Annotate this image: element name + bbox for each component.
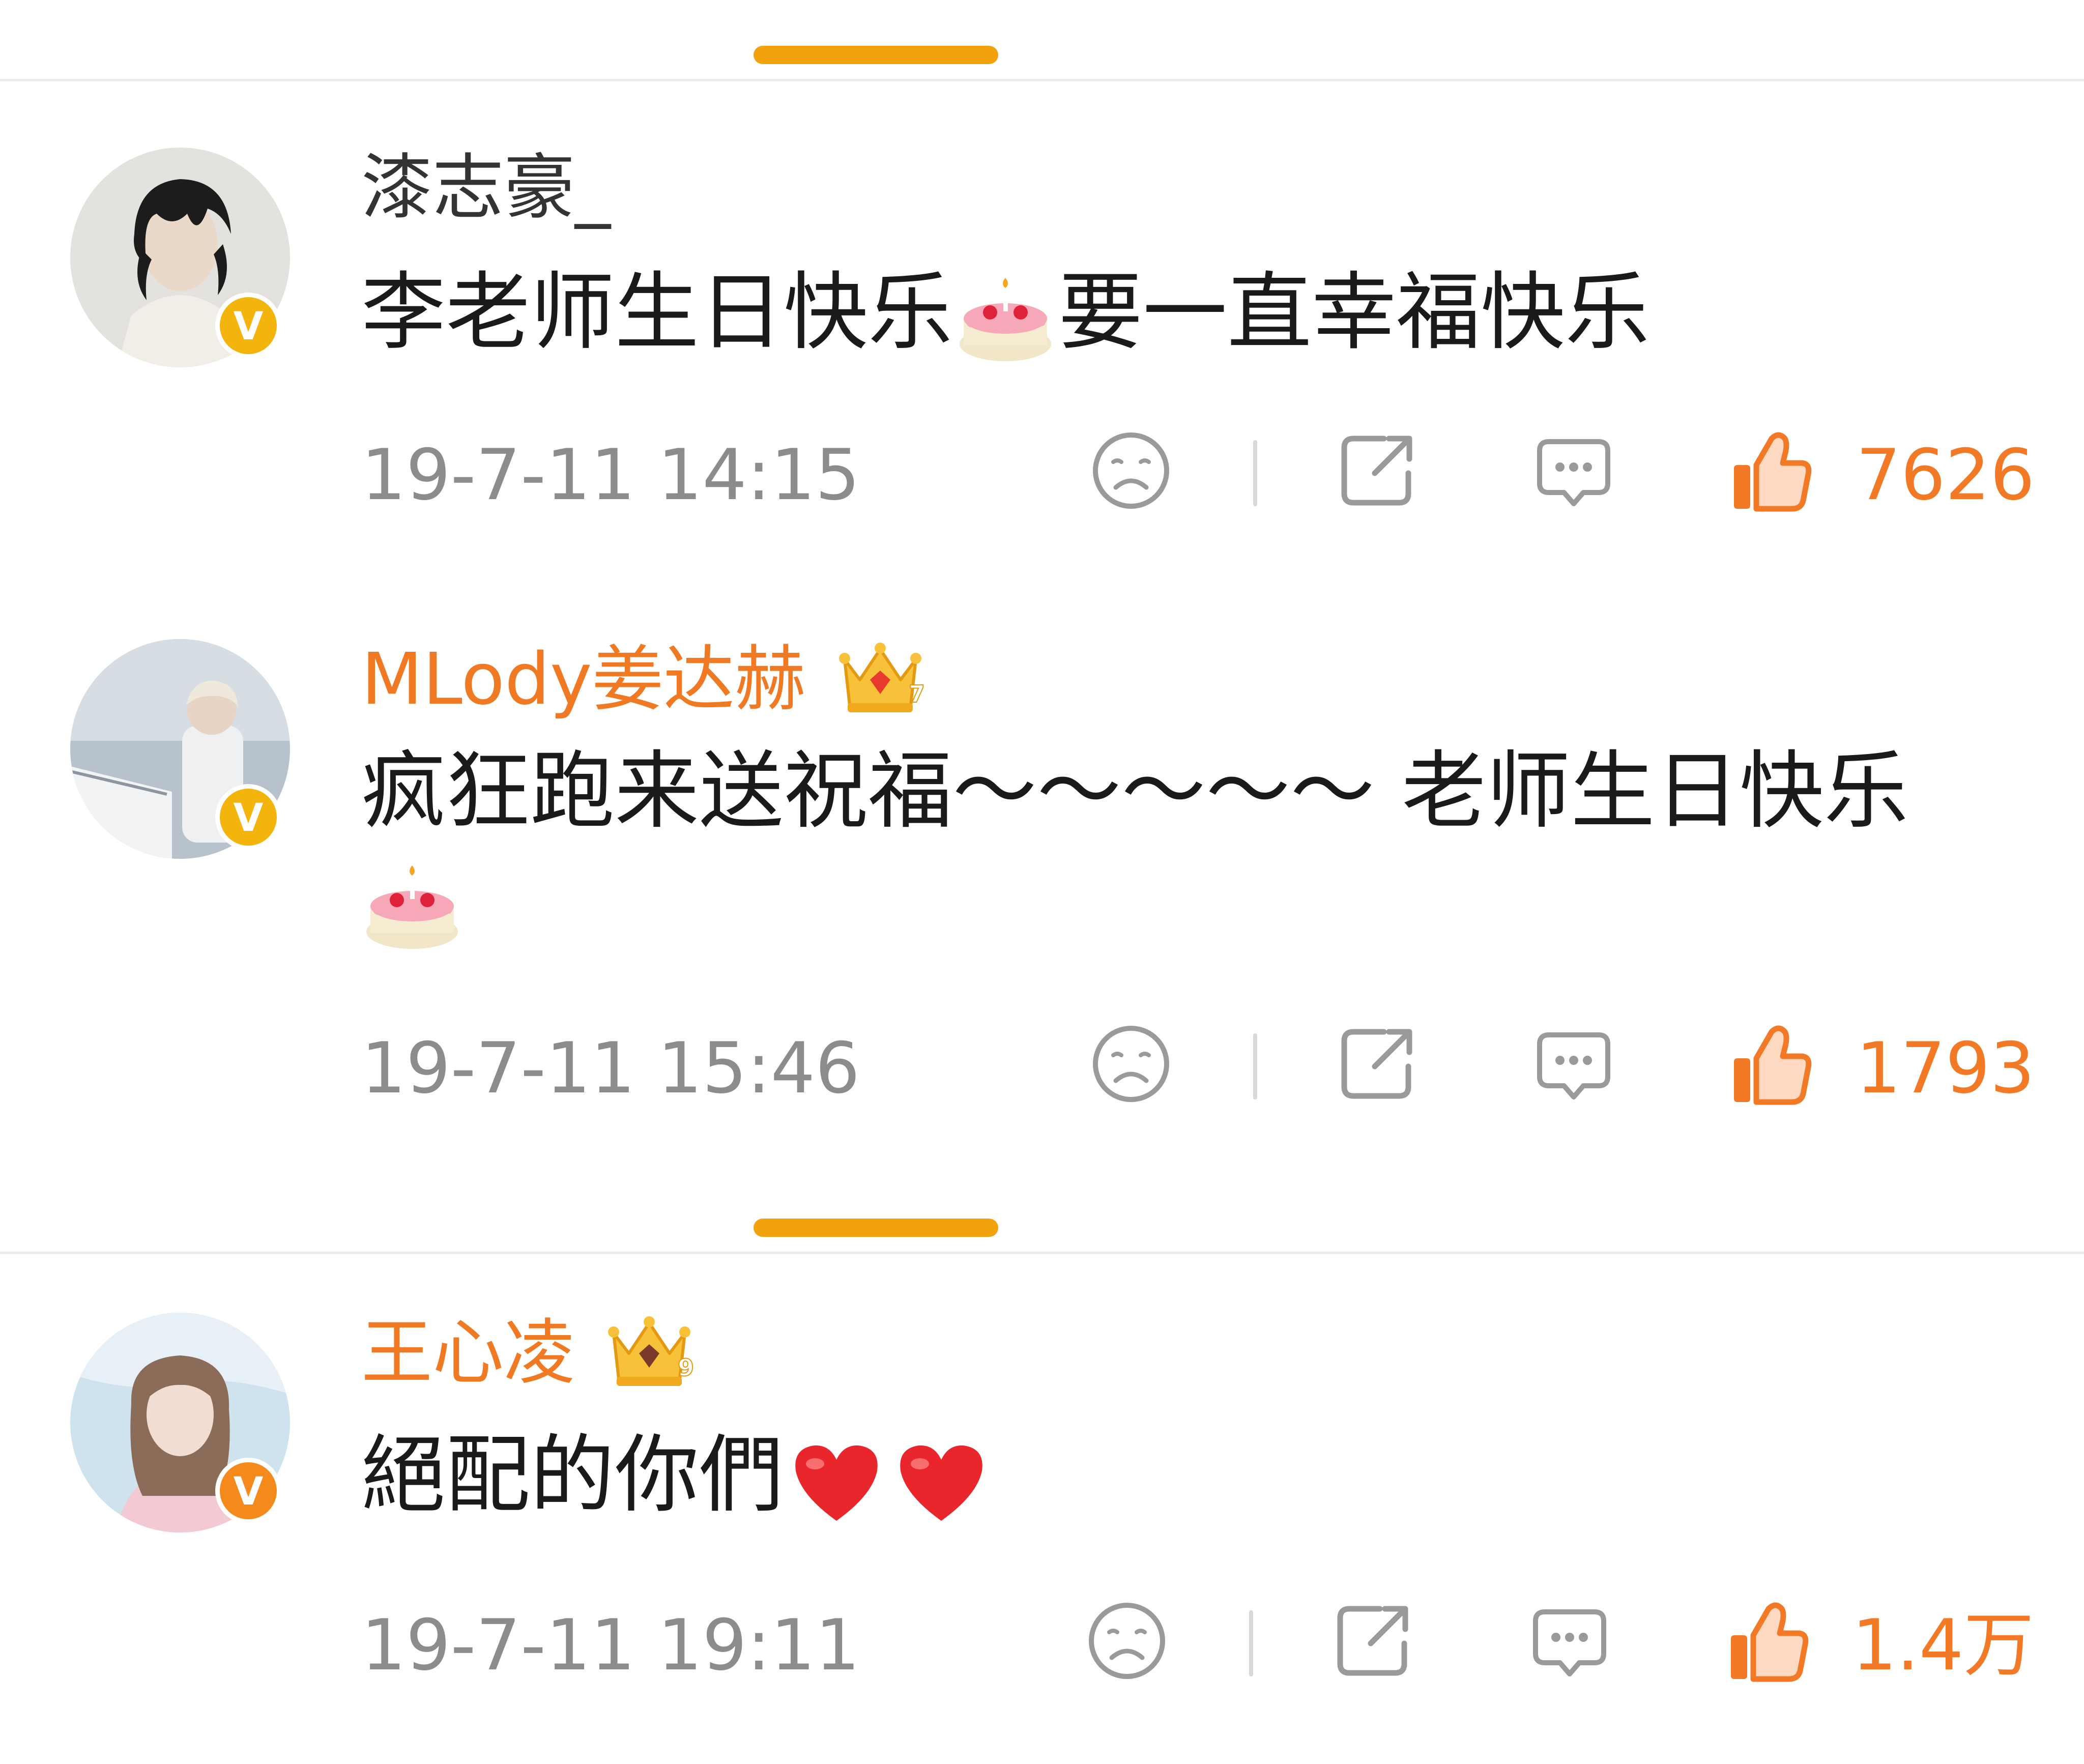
comment-text-line: 疯狂跑来送祝福～～～～～ 老师生日快乐 bbox=[361, 742, 1908, 841]
username-row: 王心凌 9 bbox=[361, 1313, 700, 1394]
tab-indicator bbox=[754, 46, 998, 64]
comment-bubble-icon[interactable] bbox=[1526, 1598, 1613, 1684]
timestamp: 19-7-11 14:15 bbox=[361, 434, 860, 516]
avatar[interactable]: V bbox=[70, 639, 290, 859]
comment-item: V 漆志豪_ 李老师生日快乐 要一直幸福快乐 19-7-11 14:15 762… bbox=[0, 148, 2084, 555]
username[interactable]: 王心凌 bbox=[361, 1318, 575, 1389]
comment-item: V MLody姜达赫 7 疯狂跑来送祝福～～～～～ 老师生日快乐 19-7-11… bbox=[0, 639, 2084, 1148]
action-separator bbox=[1249, 1610, 1253, 1676]
heart-emoji bbox=[786, 1430, 887, 1532]
cake-emoji bbox=[361, 855, 463, 959]
sad-face-icon[interactable] bbox=[1088, 427, 1174, 514]
like-count: 1.4万 bbox=[1852, 1604, 2034, 1686]
crown-level-7-icon: 7 bbox=[829, 639, 931, 720]
thumbs-up-icon[interactable] bbox=[1728, 1021, 1814, 1107]
sad-face-icon[interactable] bbox=[1084, 1598, 1170, 1684]
action-row: 19-7-11 15:46 1793 bbox=[0, 1018, 2084, 1110]
username[interactable]: 漆志豪_ bbox=[361, 153, 611, 224]
thumbs-up-icon[interactable] bbox=[1728, 427, 1814, 514]
verified-badge-icon: V bbox=[215, 1458, 281, 1524]
crown-level: 7 bbox=[909, 680, 925, 708]
action-separator bbox=[1253, 1033, 1257, 1100]
comment-text-part: 要一直幸福快乐 bbox=[1058, 264, 1649, 362]
crown-level-9-icon: 9 bbox=[598, 1313, 700, 1394]
comment-text: 絕配的你們 bbox=[361, 1414, 992, 1537]
like-count: 1793 bbox=[1856, 1027, 2035, 1109]
like-count: 7626 bbox=[1856, 434, 2035, 516]
comment-text: 李老师生日快乐 要一直幸福快乐 bbox=[361, 252, 1649, 374]
comment-text-part: 絕配的你們 bbox=[361, 1426, 784, 1524]
verified-badge-icon: V bbox=[215, 293, 281, 359]
timestamp: 19-7-11 15:46 bbox=[361, 1027, 860, 1109]
username-row: 漆志豪_ bbox=[361, 153, 611, 224]
action-row: 19-7-11 19:11 1.4万 bbox=[0, 1595, 2084, 1687]
share-icon[interactable] bbox=[1333, 427, 1420, 514]
thumbs-up-icon[interactable] bbox=[1725, 1598, 1811, 1684]
divider bbox=[0, 1252, 2084, 1254]
divider bbox=[0, 79, 2084, 81]
heart-emoji bbox=[890, 1430, 992, 1532]
tab-indicator bbox=[754, 1219, 998, 1237]
username[interactable]: MLody姜达赫 bbox=[361, 644, 806, 715]
cake-emoji bbox=[954, 268, 1056, 369]
timestamp: 19-7-11 19:11 bbox=[361, 1604, 860, 1686]
comment-text-part: 李老师生日快乐 bbox=[361, 264, 952, 362]
comment-item: V 王心凌 9 絕配的你們 19-7-11 19:11 1.4万 bbox=[0, 1313, 2084, 1750]
comment-feed: V 漆志豪_ 李老师生日快乐 要一直幸福快乐 19-7-11 14:15 762… bbox=[0, 0, 2084, 1764]
sad-face-icon[interactable] bbox=[1088, 1021, 1174, 1107]
share-icon[interactable] bbox=[1329, 1598, 1415, 1684]
share-icon[interactable] bbox=[1333, 1021, 1420, 1107]
username-row: MLody姜达赫 7 bbox=[361, 639, 931, 720]
verified-badge-icon: V bbox=[215, 784, 281, 850]
avatar[interactable]: V bbox=[70, 148, 290, 367]
action-row: 19-7-11 14:15 7626 bbox=[0, 425, 2084, 516]
comment-text: 疯狂跑来送祝福～～～～～ 老师生日快乐 bbox=[361, 731, 1908, 853]
crown-level: 9 bbox=[678, 1354, 694, 1381]
action-separator bbox=[1253, 440, 1257, 506]
comment-bubble-icon[interactable] bbox=[1530, 1021, 1617, 1107]
avatar[interactable]: V bbox=[70, 1313, 290, 1532]
comment-bubble-icon[interactable] bbox=[1530, 427, 1617, 514]
